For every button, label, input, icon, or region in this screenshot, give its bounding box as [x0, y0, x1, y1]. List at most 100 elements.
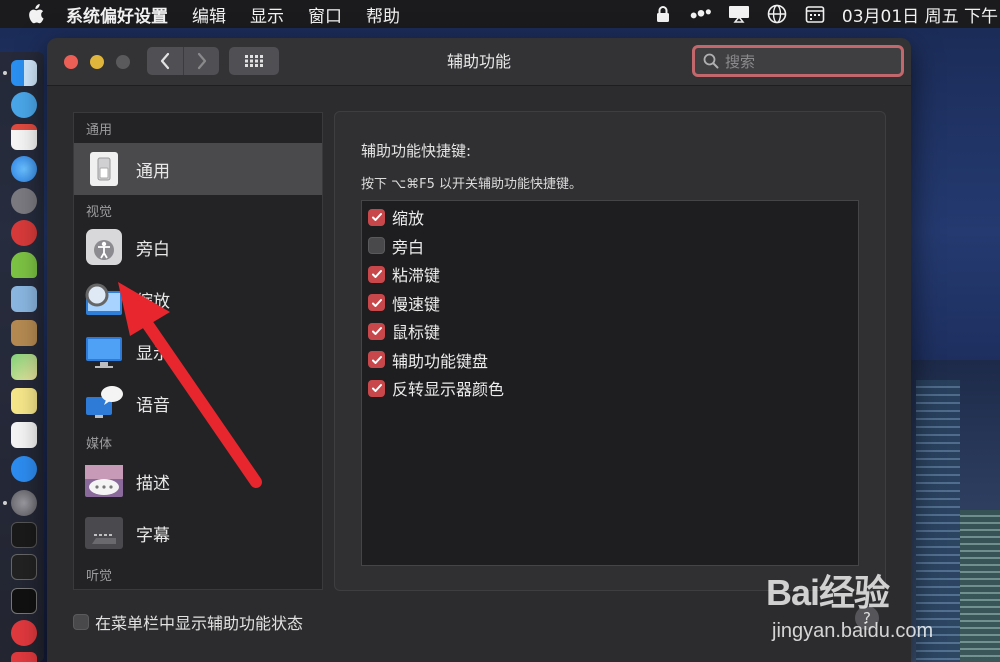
- shortcut-option-row[interactable]: 慢速键: [368, 291, 440, 315]
- shortcut-option-label: 辅助功能键盘: [392, 351, 489, 371]
- shortcut-option-row[interactable]: 反转显示器颜色: [368, 376, 504, 400]
- show-status-checkbox[interactable]: 在菜单栏中显示辅助功能状态: [73, 610, 303, 634]
- search-icon: [703, 53, 719, 69]
- display-icon: [84, 331, 124, 371]
- shortcut-panel: 辅助功能快捷键: 按下 ⌥⌘F5 以开关辅助功能快捷键。 缩放旁白粘滞键慢速键鼠…: [334, 111, 886, 591]
- checkmark-icon: [371, 327, 382, 335]
- checkbox-checked[interactable]: [368, 208, 385, 226]
- shortcut-option-label: 旁白: [392, 237, 425, 257]
- checkbox-checked[interactable]: [368, 379, 385, 397]
- shortcut-option-row[interactable]: 粘滞键: [368, 262, 440, 286]
- shortcut-option-label: 慢速键: [392, 294, 441, 314]
- reminders-icon[interactable]: [11, 422, 37, 448]
- shortcut-option-label: 粘滞键: [392, 266, 441, 285]
- maps-icon[interactable]: [11, 354, 37, 380]
- voiceover-icon: [84, 227, 124, 267]
- activity-monitor-icon[interactable]: [11, 522, 37, 548]
- zoom-icon: [84, 279, 124, 319]
- globe-icon[interactable]: [766, 4, 788, 24]
- sidebar-item-descriptions[interactable]: 描述: [74, 455, 322, 507]
- terminal-icon[interactable]: [11, 588, 37, 614]
- shortcut-option-row[interactable]: 旁白: [368, 234, 424, 258]
- title-bar: 辅助功能 搜索: [47, 38, 911, 86]
- menu-app-name[interactable]: 系统偏好设置: [66, 2, 168, 27]
- checkbox-unchecked[interactable]: [368, 237, 385, 254]
- checkmark-icon: [371, 355, 382, 364]
- dots-icon[interactable]: [690, 4, 712, 24]
- shortcut-option-row[interactable]: 辅助功能键盘: [368, 348, 488, 372]
- sidebar-item-label: 描述: [136, 473, 170, 494]
- search-placeholder: 搜索: [725, 52, 756, 71]
- baidu-watermark: Bai经验 jingyan.baidu.com: [766, 558, 1000, 662]
- shortcut-options-list: 缩放旁白粘滞键慢速键鼠标键辅助功能键盘 反转显示器颜色: [361, 200, 859, 566]
- sidebar-item-voiceover[interactable]: 旁白: [74, 221, 322, 273]
- app-icon[interactable]: [11, 652, 37, 662]
- dock: [0, 52, 44, 662]
- vivaldi-icon[interactable]: [11, 620, 37, 646]
- panel-title: 辅助功能快捷键:: [361, 142, 472, 160]
- finder-icon[interactable]: [11, 60, 37, 86]
- switch-icon: [84, 149, 124, 189]
- checkbox-unchecked[interactable]: [73, 614, 89, 630]
- shortcut-option-label: 反转显示器颜色: [392, 380, 505, 399]
- menu-edit[interactable]: 编辑: [192, 2, 226, 27]
- shortcut-option-row[interactable]: 缩放: [368, 205, 424, 229]
- sidebar-item-label: 显示: [136, 343, 170, 364]
- checkmark-icon: [371, 213, 382, 221]
- dock-running-indicator: [3, 71, 7, 75]
- rocket-icon[interactable]: [11, 188, 37, 214]
- toolbox-icon[interactable]: [11, 220, 37, 246]
- sidebar-item-display[interactable]: 显示: [74, 325, 322, 377]
- menu-clock[interactable]: 03月01日 周五 下午: [842, 2, 998, 27]
- dock-running-indicator: [3, 501, 7, 505]
- category-sidebar: 通用 通用 视觉 旁白 缩放 显示 语音 媒体 描述 字幕 听觉: [73, 112, 323, 590]
- checkbox-checked[interactable]: [368, 322, 385, 340]
- preview-icon[interactable]: [11, 286, 37, 312]
- captions-icon: [84, 513, 124, 553]
- lock-icon[interactable]: [652, 4, 674, 24]
- calendar-icon[interactable]: [804, 4, 826, 24]
- speech-icon: [84, 383, 124, 423]
- shortcut-option-label: 缩放: [392, 209, 425, 228]
- system-preferences-icon[interactable]: [11, 490, 37, 516]
- checkmark-icon: [371, 384, 382, 392]
- section-header-vision: 视觉: [86, 205, 113, 220]
- shortcut-option-row[interactable]: 鼠标键: [368, 319, 440, 343]
- checkbox-checked[interactable]: [368, 351, 385, 368]
- sidebar-item-label: 通用: [136, 161, 170, 182]
- launchpad-icon[interactable]: [11, 92, 37, 118]
- airplay-icon[interactable]: [728, 4, 750, 24]
- checkbox-checked[interactable]: [368, 294, 385, 311]
- android-icon[interactable]: [11, 252, 37, 278]
- sidebar-item-speech[interactable]: 语音: [74, 377, 322, 429]
- watermark-logo: Bai经验: [766, 572, 890, 613]
- panel-subtitle: 按下 ⌥⌘F5 以开关辅助功能快捷键。: [361, 177, 582, 192]
- script-terminal-icon[interactable]: [11, 554, 37, 580]
- apple-menu-icon[interactable]: [26, 4, 44, 24]
- section-header-general: 通用: [86, 123, 113, 138]
- sidebar-item-label: 旁白: [136, 239, 170, 260]
- safari-icon[interactable]: [11, 156, 37, 182]
- sidebar-item-label: 缩放: [136, 291, 170, 312]
- sidebar-item-captions[interactable]: 字幕: [74, 507, 322, 559]
- contacts-icon[interactable]: [11, 320, 37, 346]
- section-header-media: 媒体: [86, 437, 113, 452]
- notes-icon[interactable]: [11, 388, 37, 414]
- search-input[interactable]: 搜索: [692, 45, 904, 77]
- checkmark-icon: [371, 270, 382, 278]
- app-store-icon[interactable]: [11, 456, 37, 482]
- section-header-hearing: 听觉: [86, 569, 113, 584]
- sidebar-item-general[interactable]: 通用: [74, 143, 322, 195]
- menu-view[interactable]: 显示: [250, 2, 284, 27]
- menu-bar: 系统偏好设置 编辑 显示 窗口 帮助 03月01日 周五 下午: [0, 0, 1000, 28]
- sidebar-item-label: 语音: [136, 395, 170, 416]
- descriptions-icon: [84, 461, 124, 501]
- menu-window[interactable]: 窗口: [308, 2, 342, 27]
- show-status-label: 在菜单栏中显示辅助功能状态: [95, 614, 304, 633]
- menu-help[interactable]: 帮助: [366, 2, 400, 27]
- calendar-app-icon[interactable]: [11, 124, 37, 150]
- checkmark-icon: [371, 298, 382, 307]
- watermark-url: jingyan.baidu.com: [772, 620, 934, 642]
- checkbox-checked[interactable]: [368, 265, 385, 283]
- sidebar-item-zoom[interactable]: 缩放: [74, 273, 322, 325]
